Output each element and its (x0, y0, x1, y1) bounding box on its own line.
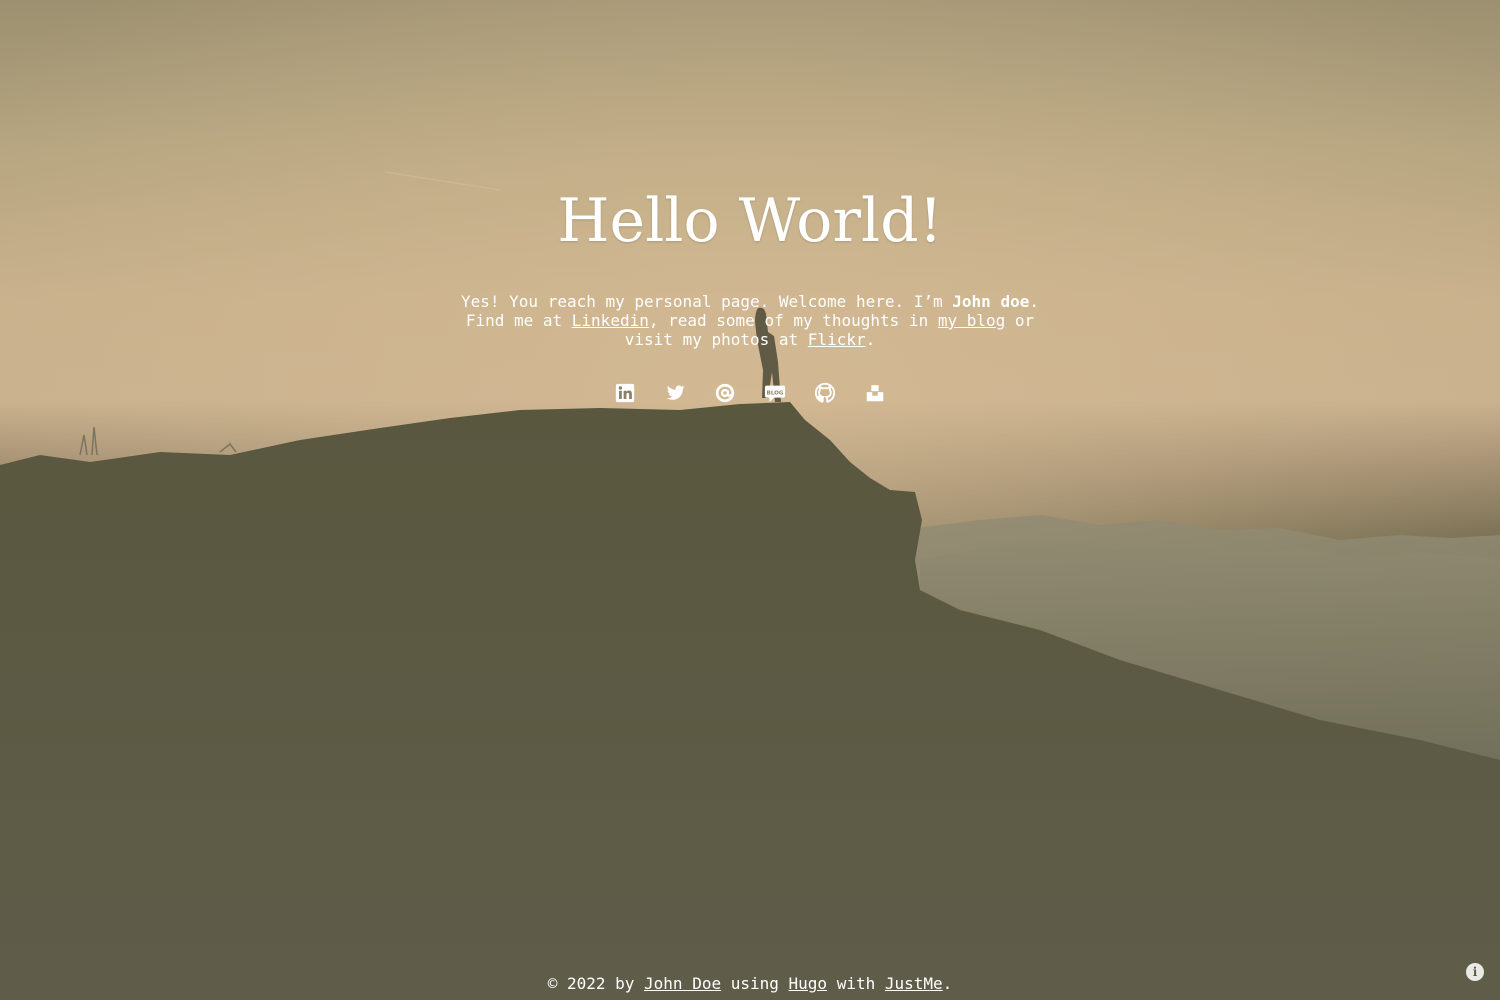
linkedin-icon[interactable] (613, 381, 637, 405)
footer-text: © 2022 by (547, 974, 645, 993)
intro-text: . (865, 330, 876, 349)
hugo-link[interactable]: Hugo (789, 974, 828, 993)
blog-link[interactable]: my blog (938, 311, 1005, 330)
linkedin-link[interactable]: Linkedin (572, 311, 649, 330)
github-icon[interactable] (813, 381, 837, 405)
footer-author-link[interactable]: John Doe (644, 974, 721, 993)
intro-paragraph: Yes! You reach my personal page. Welcome… (445, 292, 1055, 349)
flickr-link[interactable]: Flickr (808, 330, 866, 349)
author-name: John doe (952, 292, 1030, 311)
intro-text: , read some of my thoughts in (648, 311, 938, 330)
info-icon[interactable]: i (1466, 963, 1484, 981)
blog-icon[interactable]: BLOG (763, 381, 787, 405)
unsplash-icon[interactable] (863, 381, 887, 405)
footer-text: using (721, 974, 789, 993)
footer-text: . (942, 974, 953, 993)
intro-text: Yes! You reach my personal page. Welcome… (461, 292, 953, 311)
hero-section: Hello World! Yes! You reach my personal … (0, 188, 1500, 407)
twitter-icon[interactable] (663, 381, 687, 405)
social-links: BLOG (0, 381, 1500, 407)
footer-text: with (827, 974, 885, 993)
footer: © 2022 by John Doe using Hugo with JustM… (0, 974, 1500, 994)
page-title: Hello World! (557, 186, 943, 256)
background-landscape (0, 0, 1500, 1000)
blog-badge-text: BLOG (767, 390, 784, 396)
email-icon[interactable] (713, 381, 737, 405)
justme-link[interactable]: JustMe (885, 974, 943, 993)
